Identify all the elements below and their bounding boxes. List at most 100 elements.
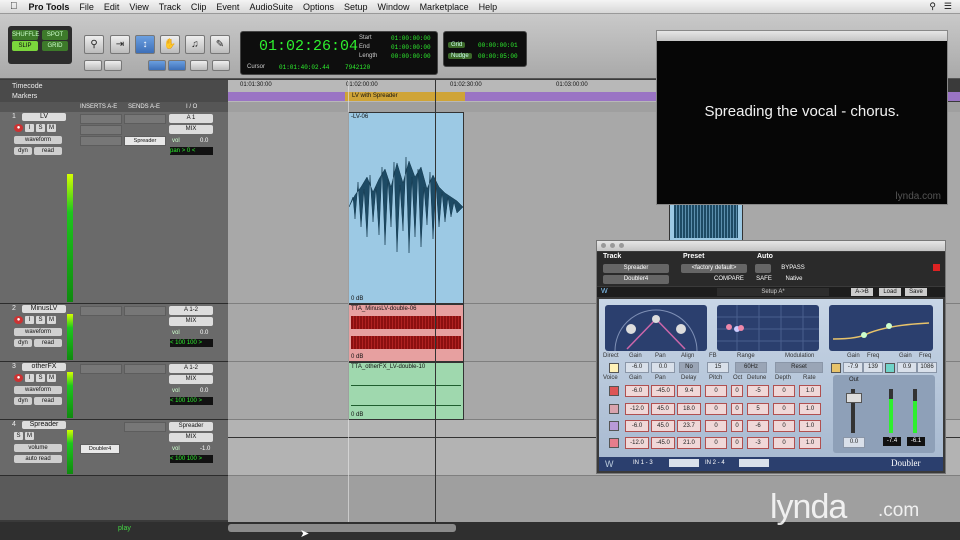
send-slot[interactable]	[124, 364, 166, 374]
volume-value[interactable]: 0.0	[200, 138, 208, 144]
dyn-button[interactable]: dyn	[14, 339, 32, 347]
insert-doubler[interactable]: Doubler4	[80, 444, 120, 454]
menu-event[interactable]: Event	[211, 2, 244, 12]
input-selector[interactable]: A 1-2	[169, 306, 213, 315]
pan-readout[interactable]: < 100 100 >	[170, 455, 213, 463]
solo-button[interactable]: S	[14, 432, 23, 440]
direct-gain-value[interactable]: -6.0	[625, 362, 649, 373]
link-track-icon[interactable]	[168, 60, 186, 71]
grid-mode-button[interactable]: GRID	[42, 41, 68, 51]
menu-options[interactable]: Options	[298, 2, 339, 12]
voice-1-pan[interactable]: -45.0	[651, 385, 675, 397]
selector-tool-icon[interactable]: ↕	[135, 35, 155, 54]
pan-readout[interactable]: < 100 100 >	[170, 397, 213, 405]
audio-clip-minuslv[interactable]: TTA_MinusLV-double-06 0 dB	[348, 304, 464, 362]
voice-3-swatch[interactable]	[609, 421, 619, 431]
mirror-midi-icon[interactable]	[212, 60, 230, 71]
eq-freq-value[interactable]: 139	[863, 362, 883, 373]
length-value[interactable]: 00:00:00:00	[391, 53, 431, 60]
align-value[interactable]: No	[679, 362, 699, 373]
modulation-reset-button[interactable]: Reset	[775, 362, 823, 373]
io-right-selector[interactable]	[739, 459, 769, 467]
pan-value[interactable]: > 0 <	[182, 148, 196, 154]
out-gain-value[interactable]: 0.0	[843, 437, 865, 448]
volume-readout[interactable]: vol 0.0	[172, 138, 208, 144]
pan-readout[interactable]: pan > 0 <	[170, 147, 213, 155]
voice-1-gain[interactable]: -6.0	[625, 385, 649, 397]
insert-slot[interactable]	[80, 364, 122, 374]
automation-mode-selector[interactable]: read	[34, 339, 62, 347]
nudge-value[interactable]: 00:00:05:00	[478, 53, 518, 60]
safe-button[interactable]: SAFE	[753, 275, 775, 284]
voice-3-oct[interactable]: 0	[731, 420, 743, 432]
grid-label[interactable]: Grid	[448, 42, 466, 48]
input-monitor-button[interactable]: I	[25, 124, 34, 132]
voice-2-delay[interactable]: 18.0	[677, 403, 701, 415]
voice-2-rate[interactable]: 1.0	[799, 403, 821, 415]
bypass-button[interactable]: BYPASS	[777, 264, 809, 273]
voice-4-oct[interactable]: 0	[731, 437, 743, 449]
automation-mode-selector[interactable]: read	[34, 147, 62, 155]
zoom-tool-icon[interactable]: ⚲	[84, 35, 104, 54]
voice-4-detune[interactable]: -3	[747, 437, 769, 449]
eq-gain2-value[interactable]: 0.9	[897, 362, 917, 373]
input-selector[interactable]: A 1-2	[169, 364, 213, 373]
insert-slot[interactable]	[80, 125, 122, 135]
track-header-spreader[interactable]: 4 Spreader S M volume auto read Doubler4…	[0, 420, 228, 476]
menu-setup[interactable]: Setup	[339, 2, 373, 12]
solo-button[interactable]: S	[36, 374, 45, 382]
voice-1-detune[interactable]: -5	[747, 385, 769, 397]
mute-button[interactable]: M	[47, 124, 56, 132]
send-slot[interactable]	[124, 306, 166, 316]
horizontal-scrollbar[interactable]	[228, 524, 456, 532]
track-name[interactable]: otherFX	[22, 363, 66, 371]
main-counter[interactable]: 01:02:26:04 Start End Length 01:00:00:00…	[240, 31, 438, 75]
track-name[interactable]: MinusLV	[22, 305, 66, 313]
spotlight-icon[interactable]: ⚲	[929, 1, 936, 12]
voice-2-pan[interactable]: 45.0	[651, 403, 675, 415]
clip-gain[interactable]: 0 dB	[351, 354, 363, 360]
shuffle-mode-button[interactable]: SHUFFLE	[12, 30, 39, 40]
end-value[interactable]: 01:00:00:00	[391, 44, 431, 51]
insertion-follows-icon[interactable]	[190, 60, 208, 71]
plugin-auto-icon[interactable]	[755, 264, 771, 273]
output-selector[interactable]: MIX	[169, 125, 213, 134]
insert-selector[interactable]: Doubler4	[603, 275, 669, 284]
menu-clip[interactable]: Clip	[186, 2, 212, 12]
clip-gain[interactable]: 0 dB	[351, 296, 363, 302]
video-window[interactable]: Spreading the vocal - chorus. lynda.com	[656, 30, 948, 205]
doubler-plugin-window[interactable]: Track Preset Auto Spreader Doubler4 <fac…	[596, 240, 946, 474]
voice-4-swatch[interactable]	[609, 438, 619, 448]
menu-app[interactable]: Pro Tools	[24, 2, 75, 12]
zoom-icon[interactable]	[619, 243, 624, 248]
ab-copy-button[interactable]: A->B	[851, 288, 873, 296]
output-selector[interactable]: MIX	[169, 433, 213, 442]
minimize-icon[interactable]	[610, 243, 615, 248]
input-selector[interactable]: Spreader	[169, 422, 213, 431]
track-name[interactable]: LV	[22, 113, 66, 121]
compare-button[interactable]: COMPARE	[709, 275, 749, 284]
track-view-selector[interactable]: volume	[14, 444, 62, 452]
voice-3-rate[interactable]: 1.0	[799, 420, 821, 432]
trim-tool-icon[interactable]: ⇥	[110, 35, 130, 54]
main-counter-value[interactable]: 01:02:26:04	[259, 38, 358, 55]
send-slot[interactable]	[124, 422, 166, 432]
solo-button[interactable]: S	[36, 316, 45, 324]
insert-slot[interactable]	[80, 114, 122, 124]
solo-button[interactable]: S	[36, 124, 45, 132]
record-enable-button[interactable]: ●	[14, 124, 23, 132]
insert-slot[interactable]	[80, 136, 122, 146]
voice-3-detune[interactable]: -6	[747, 420, 769, 432]
track-view-selector[interactable]: waveform	[14, 386, 62, 394]
audio-clip-otherfx[interactable]: TTA_otherFX_LV-double-10 0 dB	[348, 362, 464, 420]
menu-help[interactable]: Help	[474, 2, 503, 12]
playhead[interactable]	[435, 80, 436, 522]
tab-to-transient-icon[interactable]	[104, 60, 122, 71]
clip-gain[interactable]: 0 dB	[351, 412, 363, 418]
voice-2-depth[interactable]: 0	[773, 403, 795, 415]
zoom-toggle-icon[interactable]	[84, 60, 102, 71]
pan-readout[interactable]: < 100 100 >	[170, 339, 213, 347]
nudge-label[interactable]: Nudge	[448, 53, 472, 59]
spot-mode-button[interactable]: SPOT	[42, 30, 68, 40]
plugin-titlebar[interactable]	[597, 241, 945, 251]
